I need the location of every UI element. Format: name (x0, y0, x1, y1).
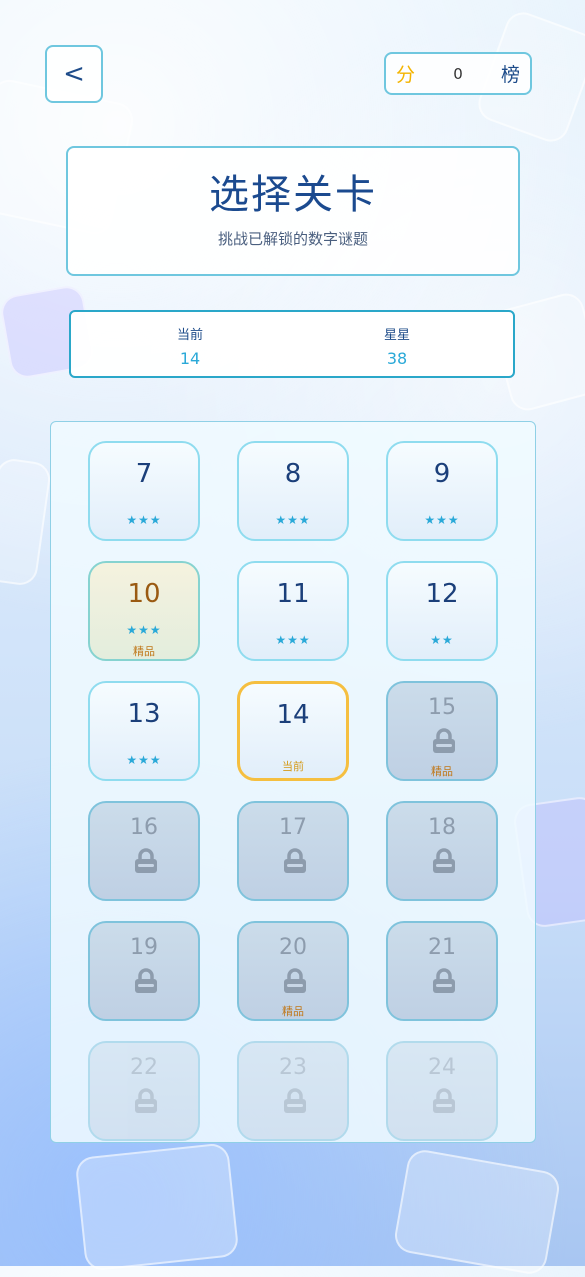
stats-card: 当前 14 星星 38 (69, 310, 515, 378)
ice-cube-decoration (74, 1142, 240, 1272)
ice-cube-decoration (0, 456, 53, 588)
level-tile-17: 17 (237, 801, 349, 901)
level-tile-21: 21 (386, 921, 498, 1021)
level-number: 18 (428, 815, 456, 840)
lock-icon (432, 728, 456, 754)
stat-stars-label: 星星 (383, 328, 410, 343)
star-rating: ★★★ (126, 513, 162, 527)
level-number: 16 (130, 815, 158, 840)
level-number: 22 (130, 1055, 158, 1080)
title-card: 选择关卡 挑战已解锁的数字谜题 (66, 146, 520, 276)
star-rating: ★★★ (275, 513, 311, 527)
level-number: 24 (428, 1055, 456, 1080)
star-rating: ★★ (430, 633, 454, 647)
level-number: 20 (279, 935, 307, 960)
star-rating: ★★★ (275, 633, 311, 647)
lock-icon (134, 1088, 158, 1114)
score-label: 分 (396, 64, 416, 86)
level-number: 21 (428, 935, 456, 960)
level-number: 19 (130, 935, 158, 960)
level-number: 11 (276, 579, 310, 609)
level-number: 12 (425, 579, 459, 609)
level-tile-24: 24 (386, 1041, 498, 1141)
level-tile-12[interactable]: 12 ★★ (386, 561, 498, 661)
premium-tag: 精品 (431, 765, 453, 778)
lock-icon (283, 968, 307, 994)
level-number: 7 (135, 459, 153, 489)
score-value: 0 (453, 64, 463, 83)
level-tile-7[interactable]: 7 ★★★ (88, 441, 200, 541)
level-tile-14[interactable]: 14 当前 (237, 681, 349, 781)
lock-icon (432, 968, 456, 994)
level-number: 10 (127, 579, 161, 609)
star-rating: ★★★ (424, 513, 460, 527)
level-number: 17 (279, 815, 307, 840)
ice-cube-decoration (392, 1147, 562, 1277)
level-tile-8[interactable]: 8 ★★★ (237, 441, 349, 541)
level-tile-20: 20 精品 (237, 921, 349, 1021)
level-number: 23 (279, 1055, 307, 1080)
level-tile-13[interactable]: 13 ★★★ (88, 681, 200, 781)
level-tile-16: 16 (88, 801, 200, 901)
level-number: 8 (284, 459, 302, 489)
stat-current-label: 当前 (176, 328, 203, 343)
star-rating: ★★★ (126, 623, 162, 637)
level-number: 9 (433, 459, 451, 489)
premium-tag: 精品 (133, 645, 155, 658)
level-tile-19: 19 (88, 921, 200, 1021)
level-number: 14 (276, 700, 310, 730)
lock-icon (134, 848, 158, 874)
back-button[interactable]: < (45, 45, 103, 103)
lock-icon (283, 848, 307, 874)
level-tile-22: 22 (88, 1041, 200, 1141)
current-tag: 当前 (282, 760, 304, 773)
level-tile-10[interactable]: 10 ★★★ 精品 (88, 561, 200, 661)
stat-current-value: 14 (179, 349, 201, 368)
level-tile-9[interactable]: 9 ★★★ (386, 441, 498, 541)
lock-icon (432, 1088, 456, 1114)
level-grid: 7 ★★★ 8 ★★★ 9 ★★★ 10 ★★★ 精品 11 ★★★ 12 ★★ 13 ★★★ 14 当前 15 精… (50, 421, 536, 1143)
level-number: 13 (127, 699, 161, 729)
stat-stars: 星星 38 (337, 324, 457, 368)
leaderboard-button[interactable]: 榜 (501, 60, 520, 87)
star-rating: ★★★ (126, 753, 162, 767)
level-tile-23: 23 (237, 1041, 349, 1141)
level-tile-11[interactable]: 11 ★★★ (237, 561, 349, 661)
score-box[interactable]: 分 0 榜 (384, 52, 532, 95)
lock-icon (134, 968, 158, 994)
stat-current: 当前 14 (130, 324, 250, 368)
stat-stars-value: 38 (386, 349, 408, 368)
page-title: 选择关卡 (209, 172, 377, 218)
lock-icon (432, 848, 456, 874)
level-tile-15: 15 精品 (386, 681, 498, 781)
level-tile-18: 18 (386, 801, 498, 901)
premium-tag: 精品 (282, 1005, 304, 1018)
page-subtitle: 挑战已解锁的数字谜题 (217, 230, 368, 248)
level-number: 15 (428, 695, 456, 720)
lock-icon (283, 1088, 307, 1114)
